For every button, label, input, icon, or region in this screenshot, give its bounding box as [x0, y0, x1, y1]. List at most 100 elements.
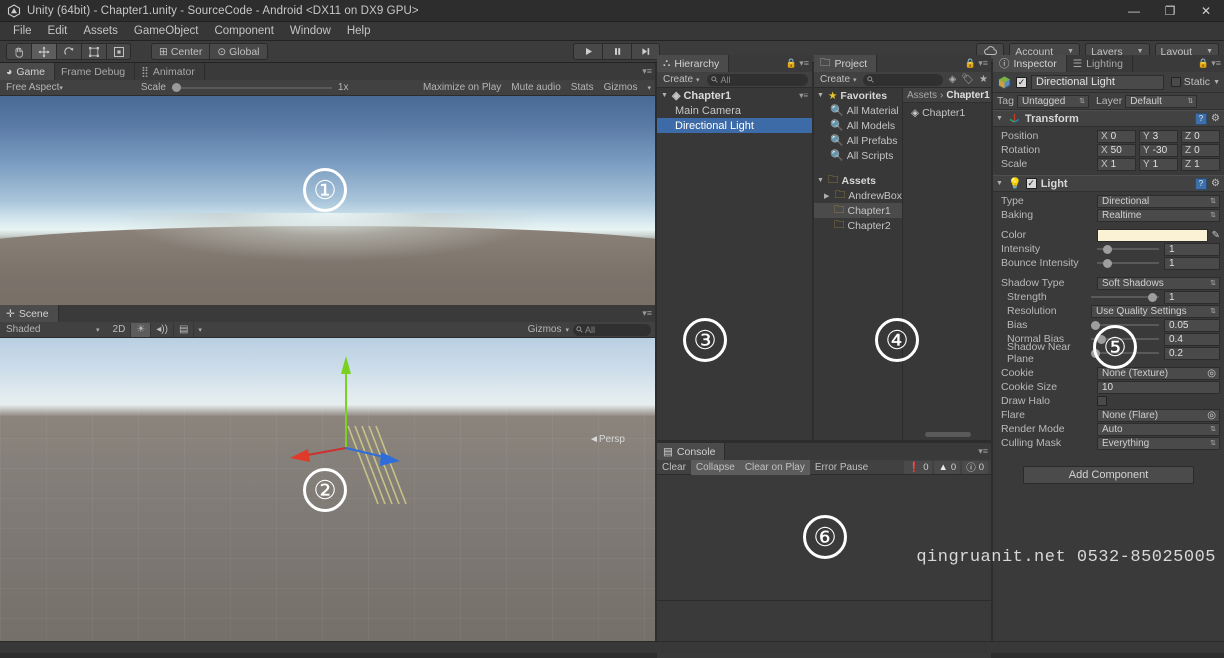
- position-x-input[interactable]: X 0: [1097, 129, 1136, 143]
- maximize-on-play-toggle[interactable]: Maximize on Play: [423, 82, 501, 93]
- project-folder-andrewbox[interactable]: ▶ 🗀 AndrewBox: [814, 188, 902, 203]
- light-component-header[interactable]: ▼ 💡 ✓ Light ? ⚙: [993, 175, 1224, 192]
- console-clear-button[interactable]: Clear: [657, 460, 691, 475]
- rotation-x-input[interactable]: X 50: [1097, 143, 1136, 157]
- console-warning-count[interactable]: ▲ 0: [934, 460, 961, 474]
- project-favorite-all-material[interactable]: 🔍 All Material: [814, 103, 902, 118]
- pause-button[interactable]: [602, 43, 631, 60]
- project-favorites-header[interactable]: ▼ ★ Favorites: [814, 88, 902, 103]
- cookie-object-field[interactable]: None (Texture) ◎: [1097, 366, 1220, 380]
- play-button[interactable]: [573, 43, 602, 60]
- help-icon[interactable]: ?: [1195, 177, 1208, 190]
- shadow-type-dropdown[interactable]: Soft Shadows ⇅: [1097, 276, 1220, 290]
- light-intensity-input[interactable]: 1: [1164, 242, 1220, 256]
- filter-type-icon[interactable]: ◈: [949, 74, 959, 85]
- menu-gameobject[interactable]: GameObject: [126, 22, 207, 41]
- strength-slider[interactable]: [1091, 291, 1159, 304]
- cookie-size-input[interactable]: 10: [1097, 380, 1220, 394]
- light-baking-dropdown[interactable]: Realtime ⇅: [1097, 208, 1220, 222]
- game-panel-menu[interactable]: ▾≡: [642, 66, 652, 77]
- eyedropper-icon[interactable]: ✎: [1212, 230, 1220, 241]
- breadcrumb-root[interactable]: Assets: [907, 90, 937, 101]
- chevron-down-icon[interactable]: ▼: [996, 115, 1004, 122]
- tab-lighting[interactable]: ☰ Lighting: [1066, 55, 1133, 72]
- project-create-button[interactable]: Create ▾: [817, 73, 860, 86]
- project-favorite-all-prefabs[interactable]: 🔍 All Prefabs: [814, 133, 902, 148]
- console-error-count[interactable]: ❗ 0: [904, 460, 933, 474]
- hierarchy-item-main-camera[interactable]: Main Camera: [657, 103, 812, 118]
- bias-slider[interactable]: [1091, 319, 1159, 332]
- chevron-down-icon[interactable]: ▼: [817, 92, 825, 99]
- console-collapse-toggle[interactable]: Collapse: [690, 459, 740, 475]
- gizmos-dropdown[interactable]: Gizmos: [604, 82, 638, 93]
- transform-component-header[interactable]: ▼ Transform ? ⚙: [993, 110, 1224, 127]
- hierarchy-scene-row[interactable]: ▼ ◈ Chapter1 ▾≡: [657, 88, 812, 103]
- console-error-pause-toggle[interactable]: Error Pause: [810, 460, 873, 475]
- rect-tool-icon[interactable]: [106, 43, 131, 60]
- project-asset-chapter1[interactable]: ◈ Chapter1: [903, 105, 991, 120]
- hierarchy-create-button[interactable]: Create ▾: [660, 73, 703, 86]
- static-checkbox[interactable]: [1170, 77, 1181, 87]
- menu-file[interactable]: File: [5, 22, 40, 41]
- scale-x-input[interactable]: X 1: [1097, 157, 1136, 171]
- console-divider[interactable]: [657, 600, 991, 601]
- object-picker-icon[interactable]: ◎: [1207, 410, 1216, 421]
- normal-bias-slider[interactable]: [1091, 333, 1159, 346]
- gear-icon[interactable]: ⚙: [1211, 113, 1220, 124]
- scene-gizmos-dropdown[interactable]: Gizmos: [528, 324, 562, 335]
- tab-scene[interactable]: ✛ Scene: [0, 305, 59, 322]
- aspect-dropdown[interactable]: Free Aspect: [0, 82, 59, 93]
- light-intensity-slider[interactable]: [1097, 243, 1159, 256]
- resolution-dropdown[interactable]: Use Quality Settings ⇅: [1091, 304, 1220, 318]
- culling-mask-dropdown[interactable]: Everything ⇅: [1097, 436, 1220, 450]
- tab-frame-debug[interactable]: Frame Debug: [54, 63, 136, 80]
- add-component-button[interactable]: Add Component: [1023, 466, 1194, 484]
- chevron-down-icon[interactable]: ▼: [817, 177, 825, 184]
- scene-panel-menu[interactable]: ▾≡: [642, 308, 652, 319]
- move-tool-icon[interactable]: [31, 43, 56, 60]
- image-icon[interactable]: ▤: [174, 322, 195, 337]
- near-plane-input[interactable]: 0.2: [1164, 346, 1220, 360]
- light-type-dropdown[interactable]: Directional ⇅: [1097, 194, 1220, 208]
- toggle-2d[interactable]: 2D: [108, 322, 132, 337]
- scale-slider-knob[interactable]: [171, 82, 181, 92]
- tab-animator[interactable]: ⣿ Animator: [135, 63, 205, 80]
- strength-input[interactable]: 1: [1164, 290, 1220, 304]
- move-gizmo[interactable]: [280, 350, 410, 480]
- rotate-tool-icon[interactable]: [56, 43, 81, 60]
- light-bounce-slider[interactable]: [1097, 257, 1159, 270]
- chevron-down-icon[interactable]: ▼: [996, 180, 1004, 187]
- chevron-right-icon[interactable]: ▶: [824, 192, 832, 200]
- step-button[interactable]: [631, 43, 660, 60]
- menu-component[interactable]: Component: [206, 22, 281, 41]
- help-icon[interactable]: ?: [1195, 112, 1208, 125]
- static-toggle[interactable]: Static ▼: [1170, 76, 1220, 88]
- stats-toggle[interactable]: Stats: [571, 82, 594, 93]
- project-folder-chapter1[interactable]: 🗀 Chapter1: [814, 203, 902, 218]
- rotation-z-input[interactable]: Z 0: [1181, 143, 1220, 157]
- light-bounce-input[interactable]: 1: [1164, 256, 1220, 270]
- project-assets-header[interactable]: ▼ 🗀 Assets: [814, 173, 902, 188]
- filter-favorite-icon[interactable]: ★: [979, 74, 991, 85]
- menu-window[interactable]: Window: [282, 22, 339, 41]
- project-folder-chapter2[interactable]: 🗀 Chapter2: [814, 218, 902, 233]
- draw-mode-dropdown[interactable]: Shaded: [0, 324, 96, 335]
- position-z-input[interactable]: Z 0: [1181, 129, 1220, 143]
- light-color-swatch[interactable]: [1097, 228, 1208, 242]
- maximize-button[interactable]: ❐: [1152, 0, 1188, 22]
- tab-hierarchy[interactable]: ⛬ Hierarchy: [657, 55, 730, 72]
- hierarchy-item-directional-light[interactable]: Directional Light: [657, 118, 812, 133]
- object-picker-icon[interactable]: ◎: [1207, 368, 1216, 379]
- tag-dropdown[interactable]: Untagged ⇅: [1016, 94, 1089, 108]
- perspective-label[interactable]: ◄Persp: [589, 434, 625, 445]
- scale-z-input[interactable]: Z 1: [1181, 157, 1220, 171]
- hierarchy-panel-menu[interactable]: 🔒 ▾≡: [786, 58, 809, 69]
- project-hscrollbar[interactable]: [925, 432, 971, 437]
- scene-context-menu[interactable]: ▾≡: [799, 91, 808, 100]
- scene-viewport[interactable]: Y X Z ◄Persp: [0, 338, 655, 641]
- layer-dropdown[interactable]: Default ⇅: [1125, 94, 1198, 108]
- light-enabled-checkbox[interactable]: ✓: [1025, 178, 1037, 189]
- console-clear-on-play-toggle[interactable]: Clear on Play: [739, 459, 810, 475]
- console-info-count[interactable]: ⓘ 0: [962, 460, 988, 474]
- sun-icon[interactable]: ☀: [131, 322, 152, 337]
